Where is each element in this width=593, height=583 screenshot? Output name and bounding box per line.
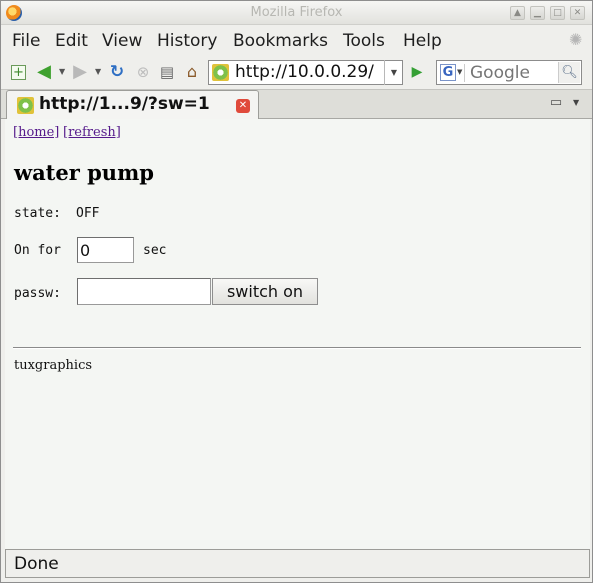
tab-title: http://1...9/?sw=1: [39, 94, 210, 114]
url-text[interactable]: http://10.0.0.29/: [235, 62, 374, 82]
search-bar: G ▼ 🔍︎: [436, 60, 582, 85]
throbber-icon: ✺: [569, 30, 583, 49]
state-value: OFF: [76, 206, 100, 221]
back-arrow-icon[interactable]: ◀: [35, 63, 53, 81]
tab-active[interactable]: http://1...9/?sw=1 ✕: [6, 90, 259, 119]
maximize-icon[interactable]: □: [550, 6, 565, 20]
menu-edit[interactable]: Edit: [55, 31, 88, 51]
window-title: Mozilla Firefox: [250, 5, 343, 20]
page-favicon-icon: [17, 97, 34, 114]
menu-file[interactable]: File: [12, 31, 40, 51]
page-title: water pump: [14, 160, 154, 185]
menu-tools[interactable]: Tools: [343, 31, 385, 51]
password-field[interactable]: [77, 278, 211, 305]
divider: [13, 347, 581, 349]
state-label: state:: [14, 206, 61, 221]
menu-history[interactable]: History: [157, 31, 217, 51]
minimize-icon[interactable]: ▁: [530, 6, 545, 20]
tab-close-icon[interactable]: ✕: [236, 99, 250, 113]
search-input[interactable]: [470, 63, 554, 83]
sec-label: sec: [143, 243, 167, 258]
menu-view[interactable]: View: [102, 31, 142, 51]
menu-bookmarks[interactable]: Bookmarks: [233, 31, 328, 51]
duration-input[interactable]: [77, 237, 134, 263]
page-content: [home] [refresh] water pump state: OFF O…: [5, 119, 590, 549]
title-bar: Mozilla Firefox ▲ ▁ □ ✕: [1, 1, 592, 25]
home-link[interactable]: [home]: [13, 125, 59, 140]
stop-icon[interactable]: ⊗: [134, 63, 152, 81]
switch-on-button[interactable]: switch on: [212, 278, 318, 305]
back-dropdown-icon[interactable]: ▼: [59, 63, 65, 81]
status-text: Done: [14, 554, 59, 574]
search-engine-selector[interactable]: G ▼: [439, 64, 465, 82]
google-icon: G: [440, 64, 456, 81]
menu-help[interactable]: Help: [403, 31, 442, 51]
magnifier-icon[interactable]: 🔍︎: [558, 62, 580, 83]
footer-text: tuxgraphics: [14, 358, 93, 373]
password-label: passw:: [14, 286, 61, 301]
page-favicon-icon: [212, 64, 229, 81]
new-tab-button-icon[interactable]: ▭: [546, 94, 566, 112]
close-icon[interactable]: ✕: [570, 6, 585, 20]
window-up-icon[interactable]: ▲: [510, 6, 525, 20]
forward-arrow-icon[interactable]: ▶: [71, 63, 89, 81]
home-icon[interactable]: ⌂: [183, 63, 201, 81]
on-for-label: On for: [14, 243, 61, 258]
reload-icon[interactable]: ↻: [108, 63, 126, 81]
tab-list-dropdown-icon[interactable]: ▼: [573, 94, 579, 112]
forward-dropdown-icon[interactable]: ▼: [95, 63, 101, 81]
go-arrow-icon[interactable]: ▶: [407, 63, 427, 82]
print-icon[interactable]: ▤: [158, 63, 176, 81]
menu-bar: File Edit View History Bookmarks Tools H…: [1, 26, 592, 56]
status-bar: Done: [5, 549, 590, 578]
refresh-link[interactable]: [refresh]: [63, 125, 121, 140]
browser-window: Mozilla Firefox ▲ ▁ □ ✕ File Edit View H…: [0, 0, 593, 583]
new-tab-icon[interactable]: +: [11, 65, 26, 80]
url-history-dropdown-icon[interactable]: ▼: [384, 60, 403, 85]
url-bar[interactable]: http://10.0.0.29/: [208, 60, 403, 85]
engine-dropdown-icon: ▼: [457, 68, 463, 76]
